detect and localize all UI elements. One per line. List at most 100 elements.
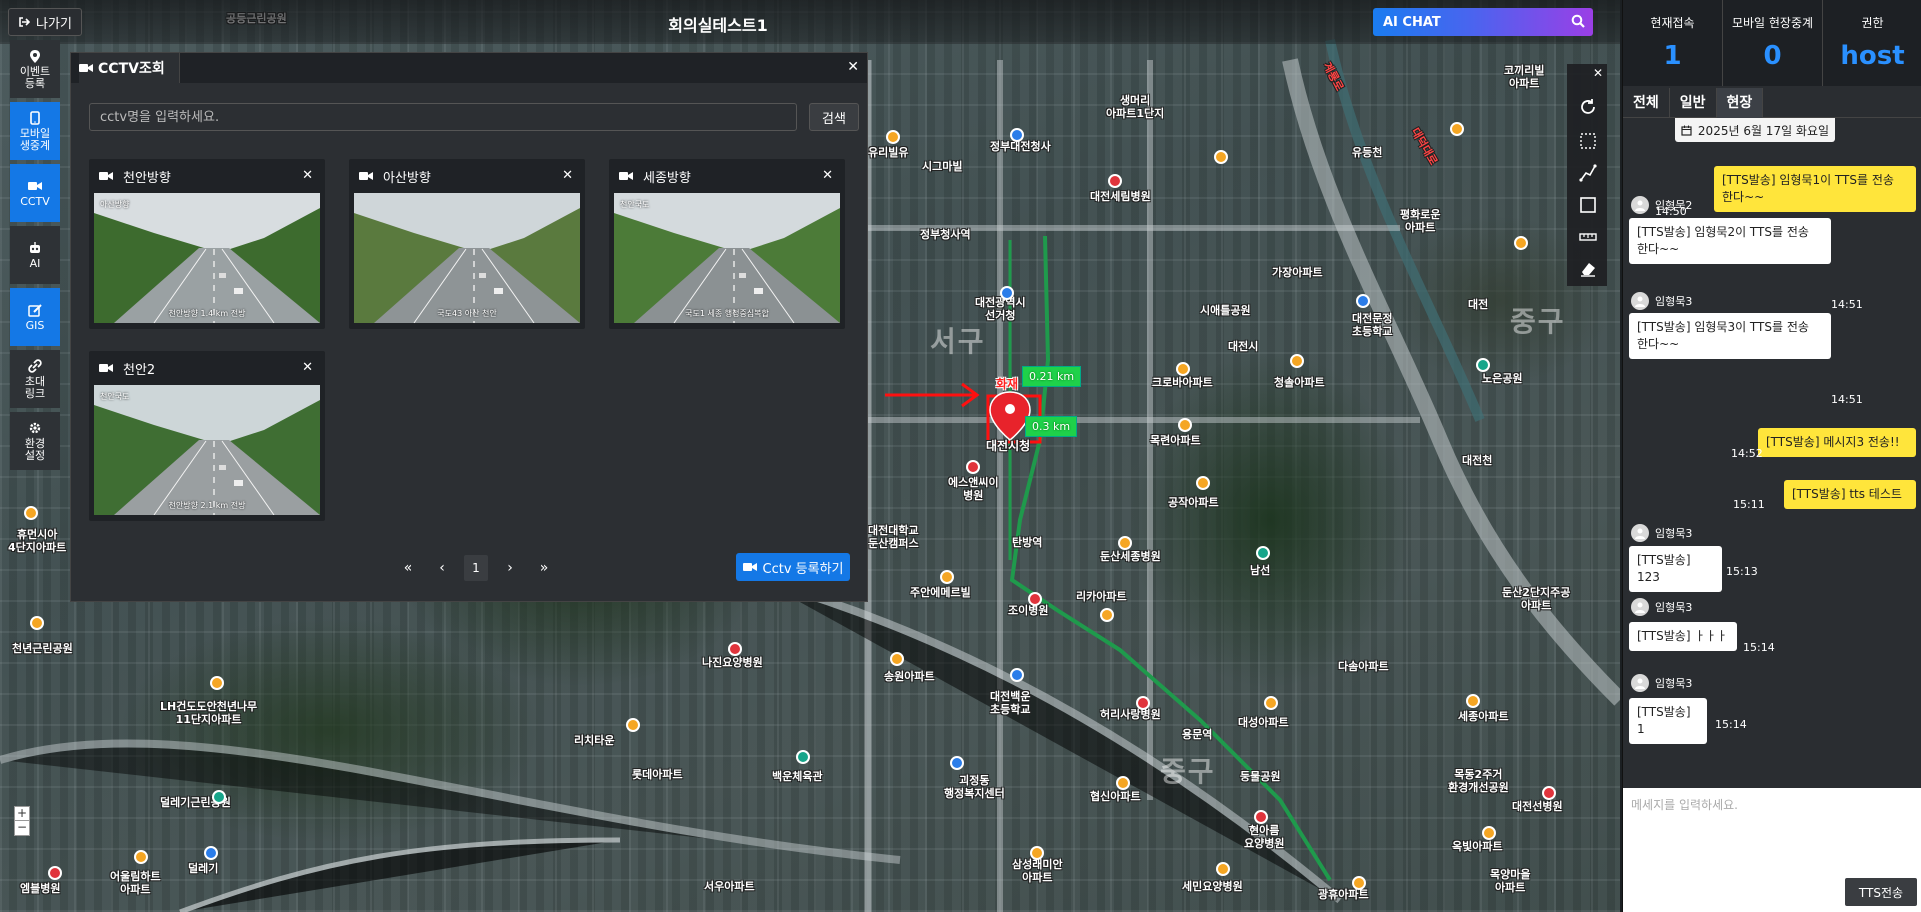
cctv-card[interactable]: 세종방향 ✕ 천안국도 국도1 세종 행정중심복합 <box>609 159 845 329</box>
nav-item-invite[interactable]: 초대 링크 <box>10 350 60 408</box>
map-poi-icon[interactable] <box>204 846 218 860</box>
page-prev-button[interactable]: ‹ <box>430 555 454 581</box>
map-poi-icon[interactable] <box>796 750 810 764</box>
top-bar: 나가기 회의실테스트1 AI CHAT <box>0 0 1620 44</box>
cctv-video-feed[interactable]: 국도43 아산 천안 <box>354 193 580 323</box>
refresh-icon[interactable] <box>1579 98 1597 116</box>
page-current[interactable]: 1 <box>464 555 488 581</box>
cctv-register-button[interactable]: Cctv 등록하기 <box>736 553 850 581</box>
zoom-out-button[interactable]: − <box>15 821 29 835</box>
map-poi-icon[interactable] <box>1450 122 1464 136</box>
map-poi-icon[interactable] <box>1028 592 1042 606</box>
map-poi-icon[interactable] <box>1254 810 1268 824</box>
cctv-video-feed[interactable]: 아산방향 천안방향 1.4 km 전방 <box>94 193 320 323</box>
cctv-card[interactable]: 아산방향 ✕ 국도43 아산 천안 <box>349 159 585 329</box>
map-poi-icon[interactable] <box>1214 150 1228 164</box>
map-poi-icon[interactable] <box>1356 294 1370 308</box>
chat-tab[interactable]: 일반 <box>1670 88 1717 118</box>
map-poi-icon[interactable] <box>1476 358 1490 372</box>
map-poi-icon[interactable] <box>1290 354 1304 368</box>
nav-item-cctv[interactable]: CCTV <box>10 164 60 222</box>
map-poi-icon[interactable] <box>1118 536 1132 550</box>
map-poi-icon[interactable] <box>966 460 980 474</box>
map-poi-icon[interactable] <box>886 130 900 144</box>
map-poi-icon[interactable] <box>30 616 44 630</box>
map-poi-icon[interactable] <box>1482 826 1496 840</box>
nav-item-ai[interactable]: AI <box>10 226 60 284</box>
map-zoom-control[interactable]: + − <box>14 806 30 836</box>
cctv-card[interactable]: 천안2 ✕ 천안국도 천안방향 2.1 km 전방 <box>89 351 325 521</box>
close-icon[interactable]: ✕ <box>562 168 573 183</box>
map-poi-icon[interactable] <box>1514 236 1528 250</box>
map-poi-icon[interactable] <box>890 652 904 666</box>
map-poi-icon[interactable] <box>1010 128 1024 142</box>
nav-item-gis[interactable]: GIS <box>10 288 60 346</box>
zoom-in-button[interactable]: + <box>15 807 29 821</box>
map-poi-icon[interactable] <box>24 506 38 520</box>
ai-chat-button[interactable]: AI CHAT <box>1373 8 1593 36</box>
map-poi-icon[interactable] <box>950 756 964 770</box>
map-poi-icon[interactable] <box>210 676 224 690</box>
ruler-icon[interactable] <box>1579 228 1597 246</box>
map-poi-icon[interactable] <box>1178 418 1192 432</box>
map-poi-icon[interactable] <box>1136 696 1150 710</box>
page-first-button[interactable]: « <box>396 555 420 581</box>
message-text: 한다~~ <box>1637 337 1680 351</box>
chat-tab[interactable]: 현장 <box>1716 88 1764 118</box>
rectangle-icon[interactable] <box>1579 196 1597 214</box>
map-poi-icon[interactable] <box>1542 786 1556 800</box>
close-icon[interactable]: ✕ <box>302 360 313 375</box>
cctv-search-input[interactable] <box>89 103 797 131</box>
cctv-tab[interactable]: CCTV조회 <box>79 53 180 83</box>
map-poi-icon[interactable] <box>1000 286 1014 300</box>
eraser-icon[interactable] <box>1579 260 1597 278</box>
map-poi-icon[interactable] <box>212 790 226 804</box>
cctv-frame <box>94 193 320 323</box>
close-icon[interactable]: ✕ <box>1593 66 1603 80</box>
map-poi-icon[interactable] <box>1108 174 1122 188</box>
map-poi-icon[interactable] <box>1256 546 1270 560</box>
nav-item-event[interactable]: 이벤트 등록 <box>10 40 60 98</box>
close-icon[interactable]: ✕ <box>302 168 313 183</box>
map-place-label: 송원아파트 <box>884 670 935 683</box>
map-poi-icon[interactable] <box>1010 668 1024 682</box>
nav-label: GIS <box>25 318 45 332</box>
search-button[interactable]: 검색 <box>809 103 859 131</box>
tts-send-button[interactable]: TTS전송 <box>1845 878 1917 906</box>
map-poi-icon[interactable] <box>1216 862 1230 876</box>
map-place-label: 정부대전청사 <box>990 140 1051 153</box>
close-icon[interactable]: ✕ <box>822 168 833 183</box>
map-poi-icon[interactable] <box>626 718 640 732</box>
cctv-video-feed[interactable]: 천안국도 천안방향 2.1 km 전방 <box>94 385 320 515</box>
nav-item-mobile[interactable]: 모바일 생중계 <box>10 102 60 160</box>
page-last-button[interactable]: » <box>532 555 556 581</box>
cctv-video-feed[interactable]: 천안국도 국도1 세종 행정중심복합 <box>614 193 840 323</box>
close-icon[interactable]: ✕ <box>847 59 859 75</box>
mobile-icon <box>30 110 40 125</box>
message-text: [TTS발송] 임형묵1이 TTS를 전송 <box>1722 173 1894 187</box>
select-area-icon[interactable] <box>1579 132 1597 150</box>
map-poi-icon[interactable] <box>1352 876 1366 890</box>
map-pin-icon[interactable] <box>989 391 1031 441</box>
map-poi-icon[interactable] <box>48 866 62 880</box>
map-poi-icon[interactable] <box>1100 608 1114 622</box>
nav-item-settings[interactable]: 환경 설정 <box>10 412 60 470</box>
map-poi-icon[interactable] <box>940 570 954 584</box>
map-place-label: 시그마빌 <box>922 160 963 173</box>
chat-messages[interactable]: 2025년 6월 17일 화요일 [TTS발송] 임형묵1이 TTS를 전송 한다… <box>1623 118 1921 788</box>
chat-tab[interactable]: 전체 <box>1623 88 1670 118</box>
map-poi-icon[interactable] <box>134 850 148 864</box>
exit-button[interactable]: 나가기 <box>8 8 82 36</box>
map-poi-icon[interactable] <box>1196 476 1210 490</box>
map-poi-icon[interactable] <box>1030 846 1044 860</box>
map-poi-icon[interactable] <box>1176 362 1190 376</box>
cctv-card[interactable]: 천안방향 ✕ 아산방향 천안방향 1.4 km 전방 <box>89 159 325 329</box>
page-next-button[interactable]: › <box>498 555 522 581</box>
map-poi-icon[interactable] <box>728 642 742 656</box>
map-poi-icon[interactable] <box>1116 776 1130 790</box>
polyline-icon[interactable] <box>1579 164 1597 182</box>
cctv-panel: CCTV조회 ✕ 검색 천안방향✕아산방향천안방향 1.4 km 전방아산방향✕… <box>70 52 868 602</box>
map-poi-icon[interactable] <box>1466 694 1480 708</box>
map-poi-icon[interactable] <box>1264 696 1278 710</box>
map-place-label: 천년근린공원 <box>12 642 73 655</box>
